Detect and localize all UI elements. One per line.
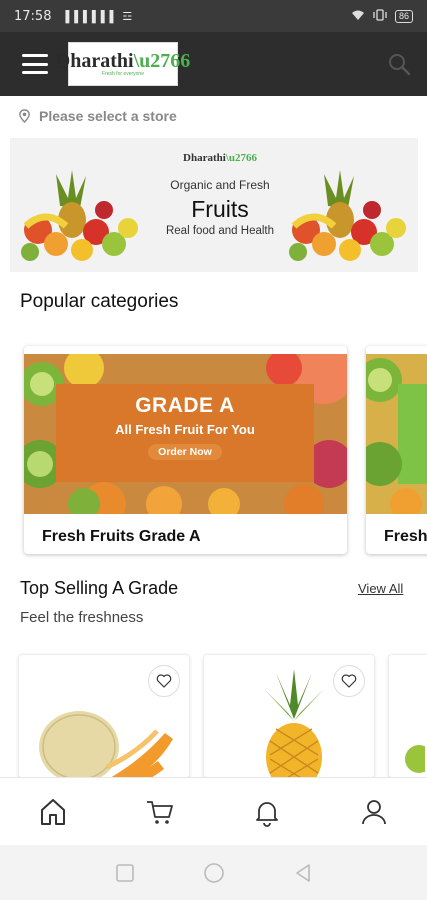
fruit-basket-image	[21, 170, 138, 261]
order-now-button[interactable]: Order Now	[148, 444, 222, 460]
recents-square-icon[interactable]	[114, 862, 136, 884]
user-icon[interactable]	[354, 792, 394, 832]
heart-icon[interactable]	[333, 665, 365, 697]
promo-subtitle: All Fresh Fruit For You	[115, 422, 255, 437]
bottom-navigation	[0, 777, 427, 845]
section-title-popular-categories: Popular categories	[20, 291, 179, 312]
melon-image	[39, 711, 173, 777]
banner-subtitle: Real food and Health	[165, 225, 275, 237]
heart-icon[interactable]	[148, 665, 180, 697]
fruit-basket-image	[289, 170, 406, 261]
network-indicators: ▐▐▐ ▌▌▌ ☲	[61, 10, 134, 23]
vibrate-icon	[373, 8, 387, 24]
category-image: GRADE A All Fresh Fruit For You Order No…	[24, 354, 347, 514]
status-bar: 17:58 ▐▐▐ ▌▌▌ ☲ 86	[0, 0, 427, 32]
category-label: Fresh Fruits Grade A	[42, 528, 201, 545]
battery-indicator: 86	[394, 9, 413, 23]
view-all-link[interactable]: View All	[358, 581, 403, 596]
promo-title: GRADE A	[135, 394, 235, 417]
status-right: 86	[351, 8, 413, 24]
app-bar: Dharathi\u2766 Fresh for everyone	[0, 32, 427, 96]
system-navigation-bar	[0, 845, 427, 900]
cart-icon[interactable]	[140, 792, 180, 832]
store-selector[interactable]: Please select a store	[18, 108, 177, 124]
status-time: 17:58	[14, 8, 52, 24]
logo-text: Dharathi\u2766	[55, 50, 191, 72]
banner-tagline: Organic and Fresh	[170, 178, 270, 192]
banner-text: Dharathi\u2766 Organic and Fresh Fruits …	[150, 152, 290, 237]
bell-icon[interactable]	[247, 792, 287, 832]
pineapple-image	[264, 669, 324, 777]
grade-promo: GRADE A All Fresh Fruit For You Order No…	[56, 384, 314, 482]
home-circle-icon[interactable]	[203, 862, 225, 884]
section-subtitle: Feel the freshness	[20, 609, 144, 626]
wifi-icon	[351, 9, 365, 24]
product-card[interactable]	[388, 654, 427, 778]
banner-title: Fruits	[191, 196, 249, 222]
location-pin-icon	[19, 109, 30, 123]
product-card[interactable]	[203, 654, 375, 778]
home-icon[interactable]	[33, 792, 73, 832]
menu-icon[interactable]	[22, 54, 48, 74]
product-image	[405, 745, 425, 773]
promo-banner[interactable]: Dharathi\u2766 Organic and Fresh Fruits …	[10, 138, 418, 272]
category-card[interactable]: Fresh	[366, 346, 427, 554]
back-triangle-icon[interactable]	[292, 862, 314, 884]
category-label: Fresh	[384, 528, 427, 545]
search-icon[interactable]	[387, 52, 411, 76]
fruit-background-image	[366, 354, 427, 514]
product-card[interactable]	[18, 654, 190, 778]
category-card[interactable]: GRADE A All Fresh Fruit For You Order No…	[24, 346, 347, 554]
store-prompt: Please select a store	[39, 108, 177, 124]
app-logo[interactable]: Dharathi\u2766 Fresh for everyone	[56, 42, 190, 86]
category-image	[366, 354, 427, 514]
banner-logo: Dharathi\u2766	[183, 152, 257, 164]
logo-subtitle: Fresh for everyone	[102, 71, 144, 77]
section-title-top-selling: Top Selling A Grade	[20, 578, 179, 598]
